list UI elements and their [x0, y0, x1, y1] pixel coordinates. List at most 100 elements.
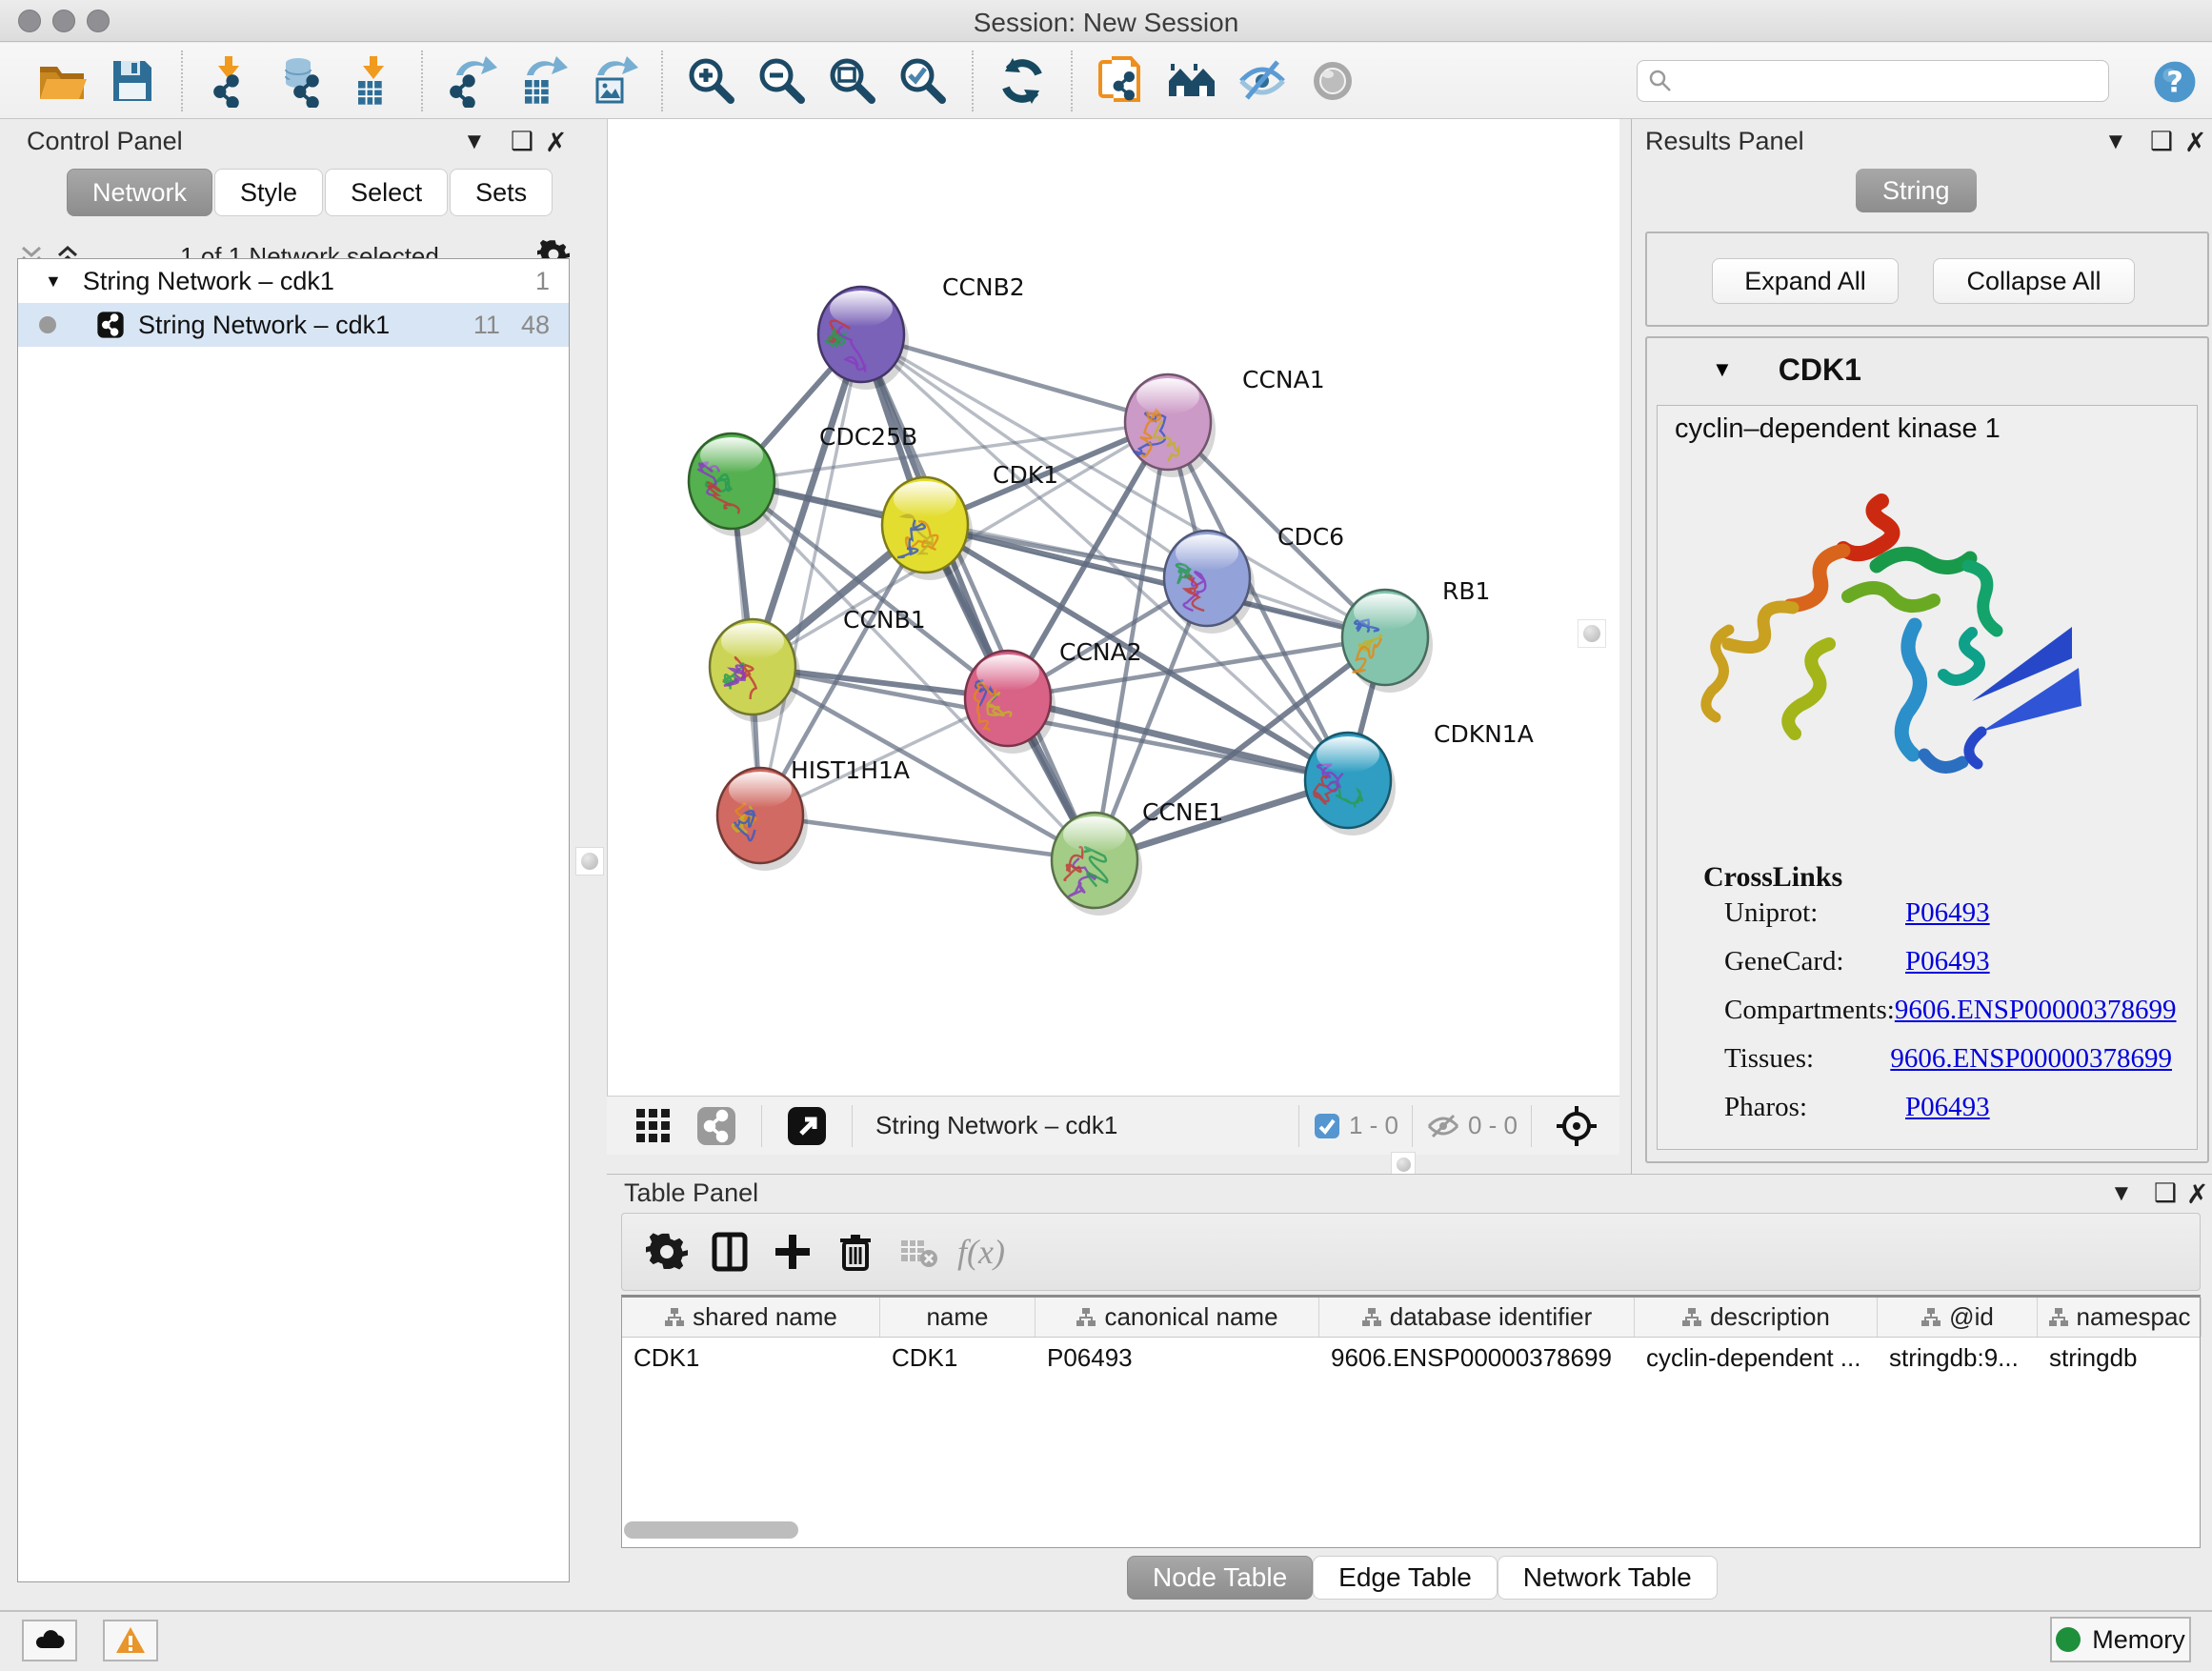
tree-row-collection[interactable]: ▼ String Network – cdk1 1 — [18, 259, 569, 303]
column-header-database-identifier[interactable]: database identifier — [1319, 1298, 1635, 1337]
column-header-shared-name[interactable]: shared name — [622, 1298, 880, 1337]
grid-view-icon[interactable] — [622, 1097, 685, 1155]
table-options-gear-icon[interactable] — [635, 1223, 698, 1280]
table-hscrollbar-thumb[interactable] — [624, 1521, 798, 1539]
node-HIST1H1A[interactable]: HIST1H1A — [717, 756, 910, 871]
toolbar-group — [663, 50, 974, 111]
presentation-button[interactable] — [1297, 50, 1368, 111]
import-table-button[interactable] — [337, 50, 408, 111]
undock-panel-icon[interactable]: ❑ — [511, 127, 533, 156]
refresh-button[interactable] — [987, 50, 1057, 111]
delete-column-icon[interactable] — [824, 1223, 887, 1280]
crosslink-link[interactable]: 9606.ENSP00000378699 — [1895, 995, 2177, 1040]
crosslink-link[interactable]: P06493 — [1905, 1092, 1990, 1137]
column-header-namespac[interactable]: namespac — [2038, 1298, 2202, 1337]
float-panel-icon[interactable]: ▼ — [463, 129, 486, 155]
import-network-database-button[interactable] — [267, 50, 337, 111]
tree-row-network[interactable]: String Network – cdk1 11 48 — [18, 303, 569, 347]
export-network-button[interactable] — [436, 50, 507, 111]
memory-button[interactable]: Memory — [2050, 1617, 2191, 1662]
tab-network-table[interactable]: Network Table — [1498, 1556, 1718, 1600]
tab-edge-table[interactable]: Edge Table — [1313, 1556, 1498, 1600]
table-cell[interactable]: CDK1 — [880, 1338, 1036, 1378]
results-close-icon[interactable]: ✗ — [2184, 127, 2206, 158]
tab-select[interactable]: Select — [325, 169, 448, 216]
export-image-button[interactable] — [577, 50, 648, 111]
show-columns-icon[interactable] — [698, 1223, 761, 1280]
crosslink-link[interactable]: P06493 — [1905, 897, 1990, 943]
zoom-fit-button[interactable] — [817, 50, 888, 111]
add-column-icon[interactable] — [761, 1223, 824, 1280]
share-document-button[interactable] — [1086, 50, 1156, 111]
import-network-button[interactable] — [196, 50, 267, 111]
node-label-CDK1: CDK1 — [993, 461, 1058, 489]
column-header--id[interactable]: @id — [1878, 1298, 2038, 1337]
network-canvas[interactable]: CCNB2 CCNA1 CDC25B CDK1 CDC6 RB1 CCNB1 — [607, 119, 1619, 1096]
crosslink-link[interactable]: P06493 — [1905, 946, 1990, 992]
column-header-name[interactable]: name — [880, 1298, 1036, 1337]
table-cell[interactable]: P06493 — [1036, 1338, 1319, 1378]
tab-string[interactable]: String — [1856, 169, 1977, 212]
hide-graphics-button[interactable] — [1227, 50, 1297, 111]
crosslink-label: Compartments: — [1724, 995, 1895, 1040]
zoom-in-button[interactable] — [676, 50, 747, 111]
fit-selected-crosshair-icon[interactable] — [1545, 1097, 1608, 1155]
save-session-button[interactable] — [97, 50, 168, 111]
tab-sets[interactable]: Sets — [450, 169, 553, 216]
network-share-view-icon[interactable] — [685, 1097, 748, 1155]
zoom-selected-button[interactable] — [888, 50, 958, 111]
column-label: name — [926, 1302, 988, 1332]
help-button[interactable]: ? — [2151, 58, 2199, 106]
table-cell[interactable]: stringdb:9... — [1878, 1338, 2038, 1378]
zoom-fit-icon — [826, 54, 879, 108]
crosslink-row: GeneCard: P06493 — [1724, 946, 2172, 992]
open-file-button[interactable] — [27, 50, 97, 111]
table-undock-icon[interactable]: ❑ — [2154, 1178, 2177, 1208]
gene-header[interactable]: ▼ CDK1 — [1651, 342, 2203, 397]
welcome-screen-button[interactable] — [1156, 50, 1227, 111]
node-CCNE1[interactable]: CCNE1 — [1052, 798, 1223, 916]
tab-style[interactable]: Style — [214, 169, 323, 216]
open-in-window-icon[interactable] — [775, 1097, 838, 1155]
node-CDC6[interactable]: CDC6 — [1164, 523, 1344, 634]
export-table-button[interactable] — [507, 50, 577, 111]
crosslink-link[interactable]: 9606.ENSP00000378699 — [1890, 1043, 2172, 1089]
node-CCNA1[interactable]: CCNA1 — [1125, 366, 1325, 477]
search-input[interactable] — [1681, 67, 2099, 96]
table-cell[interactable]: 9606.ENSP00000378699 — [1319, 1338, 1635, 1378]
collapse-gene-icon[interactable]: ▼ — [1712, 357, 1733, 382]
table-float-icon[interactable]: ▼ — [2110, 1180, 2133, 1207]
collection-expand-icon[interactable]: ▼ — [45, 272, 62, 292]
table-cell[interactable]: cyclin-dependent ... — [1635, 1338, 1878, 1378]
collapse-all-button[interactable]: Collapse All — [1933, 258, 2135, 304]
edge-CCNB2-HIST1H1A[interactable] — [760, 334, 861, 815]
table-close-icon[interactable]: ✗ — [2186, 1178, 2208, 1210]
tab-network[interactable]: Network — [67, 169, 212, 216]
table-row[interactable]: CDK1CDK1P064939606.ENSP00000378699cyclin… — [622, 1338, 2200, 1378]
node-CDKN1A[interactable]: CDKN1A — [1305, 720, 1534, 836]
selected-checkbox-icon[interactable] — [1313, 1112, 1341, 1140]
table-cell[interactable]: stringdb — [2038, 1338, 2202, 1378]
bottom-splitter[interactable] — [607, 1155, 1631, 1174]
collection-label: String Network – cdk1 — [83, 267, 334, 296]
edge-HIST1H1A-CCNE1[interactable] — [760, 815, 1095, 860]
cloud-button[interactable] — [22, 1620, 77, 1661]
title-bar: Session: New Session — [0, 0, 2212, 42]
column-header-canonical-name[interactable]: canonical name — [1036, 1298, 1319, 1337]
node-RB1[interactable]: RB1 — [1342, 577, 1490, 693]
results-undock-icon[interactable]: ❑ — [2150, 127, 2173, 156]
warnings-button[interactable] — [103, 1620, 158, 1661]
crosslink-row: Compartments: 9606.ENSP00000378699 — [1724, 995, 2172, 1040]
table-panel: Table Panel ▼ ❑ ✗ — [607, 1174, 2212, 1610]
results-float-icon[interactable]: ▼ — [2104, 129, 2127, 155]
tab-node-table[interactable]: Node Table — [1127, 1556, 1313, 1600]
search-box[interactable] — [1637, 60, 2109, 102]
crosslinks-title: CrossLinks — [1703, 861, 1842, 894]
right-splitter-handle[interactable] — [1578, 619, 1606, 648]
close-panel-icon[interactable]: ✗ — [545, 127, 567, 158]
zoom-out-button[interactable] — [747, 50, 817, 111]
column-header-description[interactable]: description — [1635, 1298, 1878, 1337]
left-splitter-handle[interactable] — [575, 847, 604, 876]
table-cell[interactable]: CDK1 — [622, 1338, 880, 1378]
expand-all-button[interactable]: Expand All — [1712, 258, 1899, 304]
